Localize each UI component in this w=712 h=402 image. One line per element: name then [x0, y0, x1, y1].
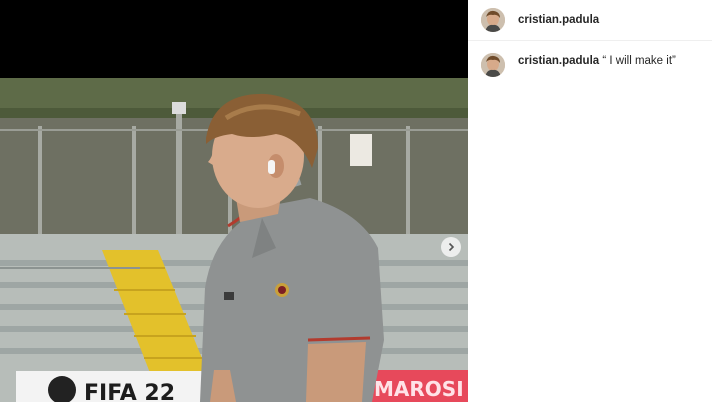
svg-text:FIFA 22: FIFA 22 [84, 381, 175, 402]
author-avatar[interactable] [481, 8, 505, 32]
post-media: FIFA 22 MAROSI [0, 0, 468, 402]
post-header: cristian.padula [468, 0, 712, 41]
caption-text: cristian.padula “ I will make it” [518, 54, 676, 68]
caption-body: “ I will make it” [599, 55, 676, 67]
svg-text:MAROSI: MAROSI [374, 377, 464, 401]
author-username[interactable]: cristian.padula [518, 14, 599, 26]
instagram-post: FIFA 22 MAROSI cristian.padula cristian.… [0, 0, 712, 402]
post-sidebar: cristian.padula cristian.padula “ I will… [468, 0, 712, 402]
next-photo-button[interactable] [441, 237, 461, 257]
post-photo[interactable]: FIFA 22 MAROSI [0, 78, 468, 402]
caption-comment: cristian.padula “ I will make it” [468, 41, 712, 77]
caption-avatar[interactable] [481, 53, 505, 77]
caption-username[interactable]: cristian.padula [518, 55, 599, 67]
chevron-right-icon [446, 242, 456, 252]
